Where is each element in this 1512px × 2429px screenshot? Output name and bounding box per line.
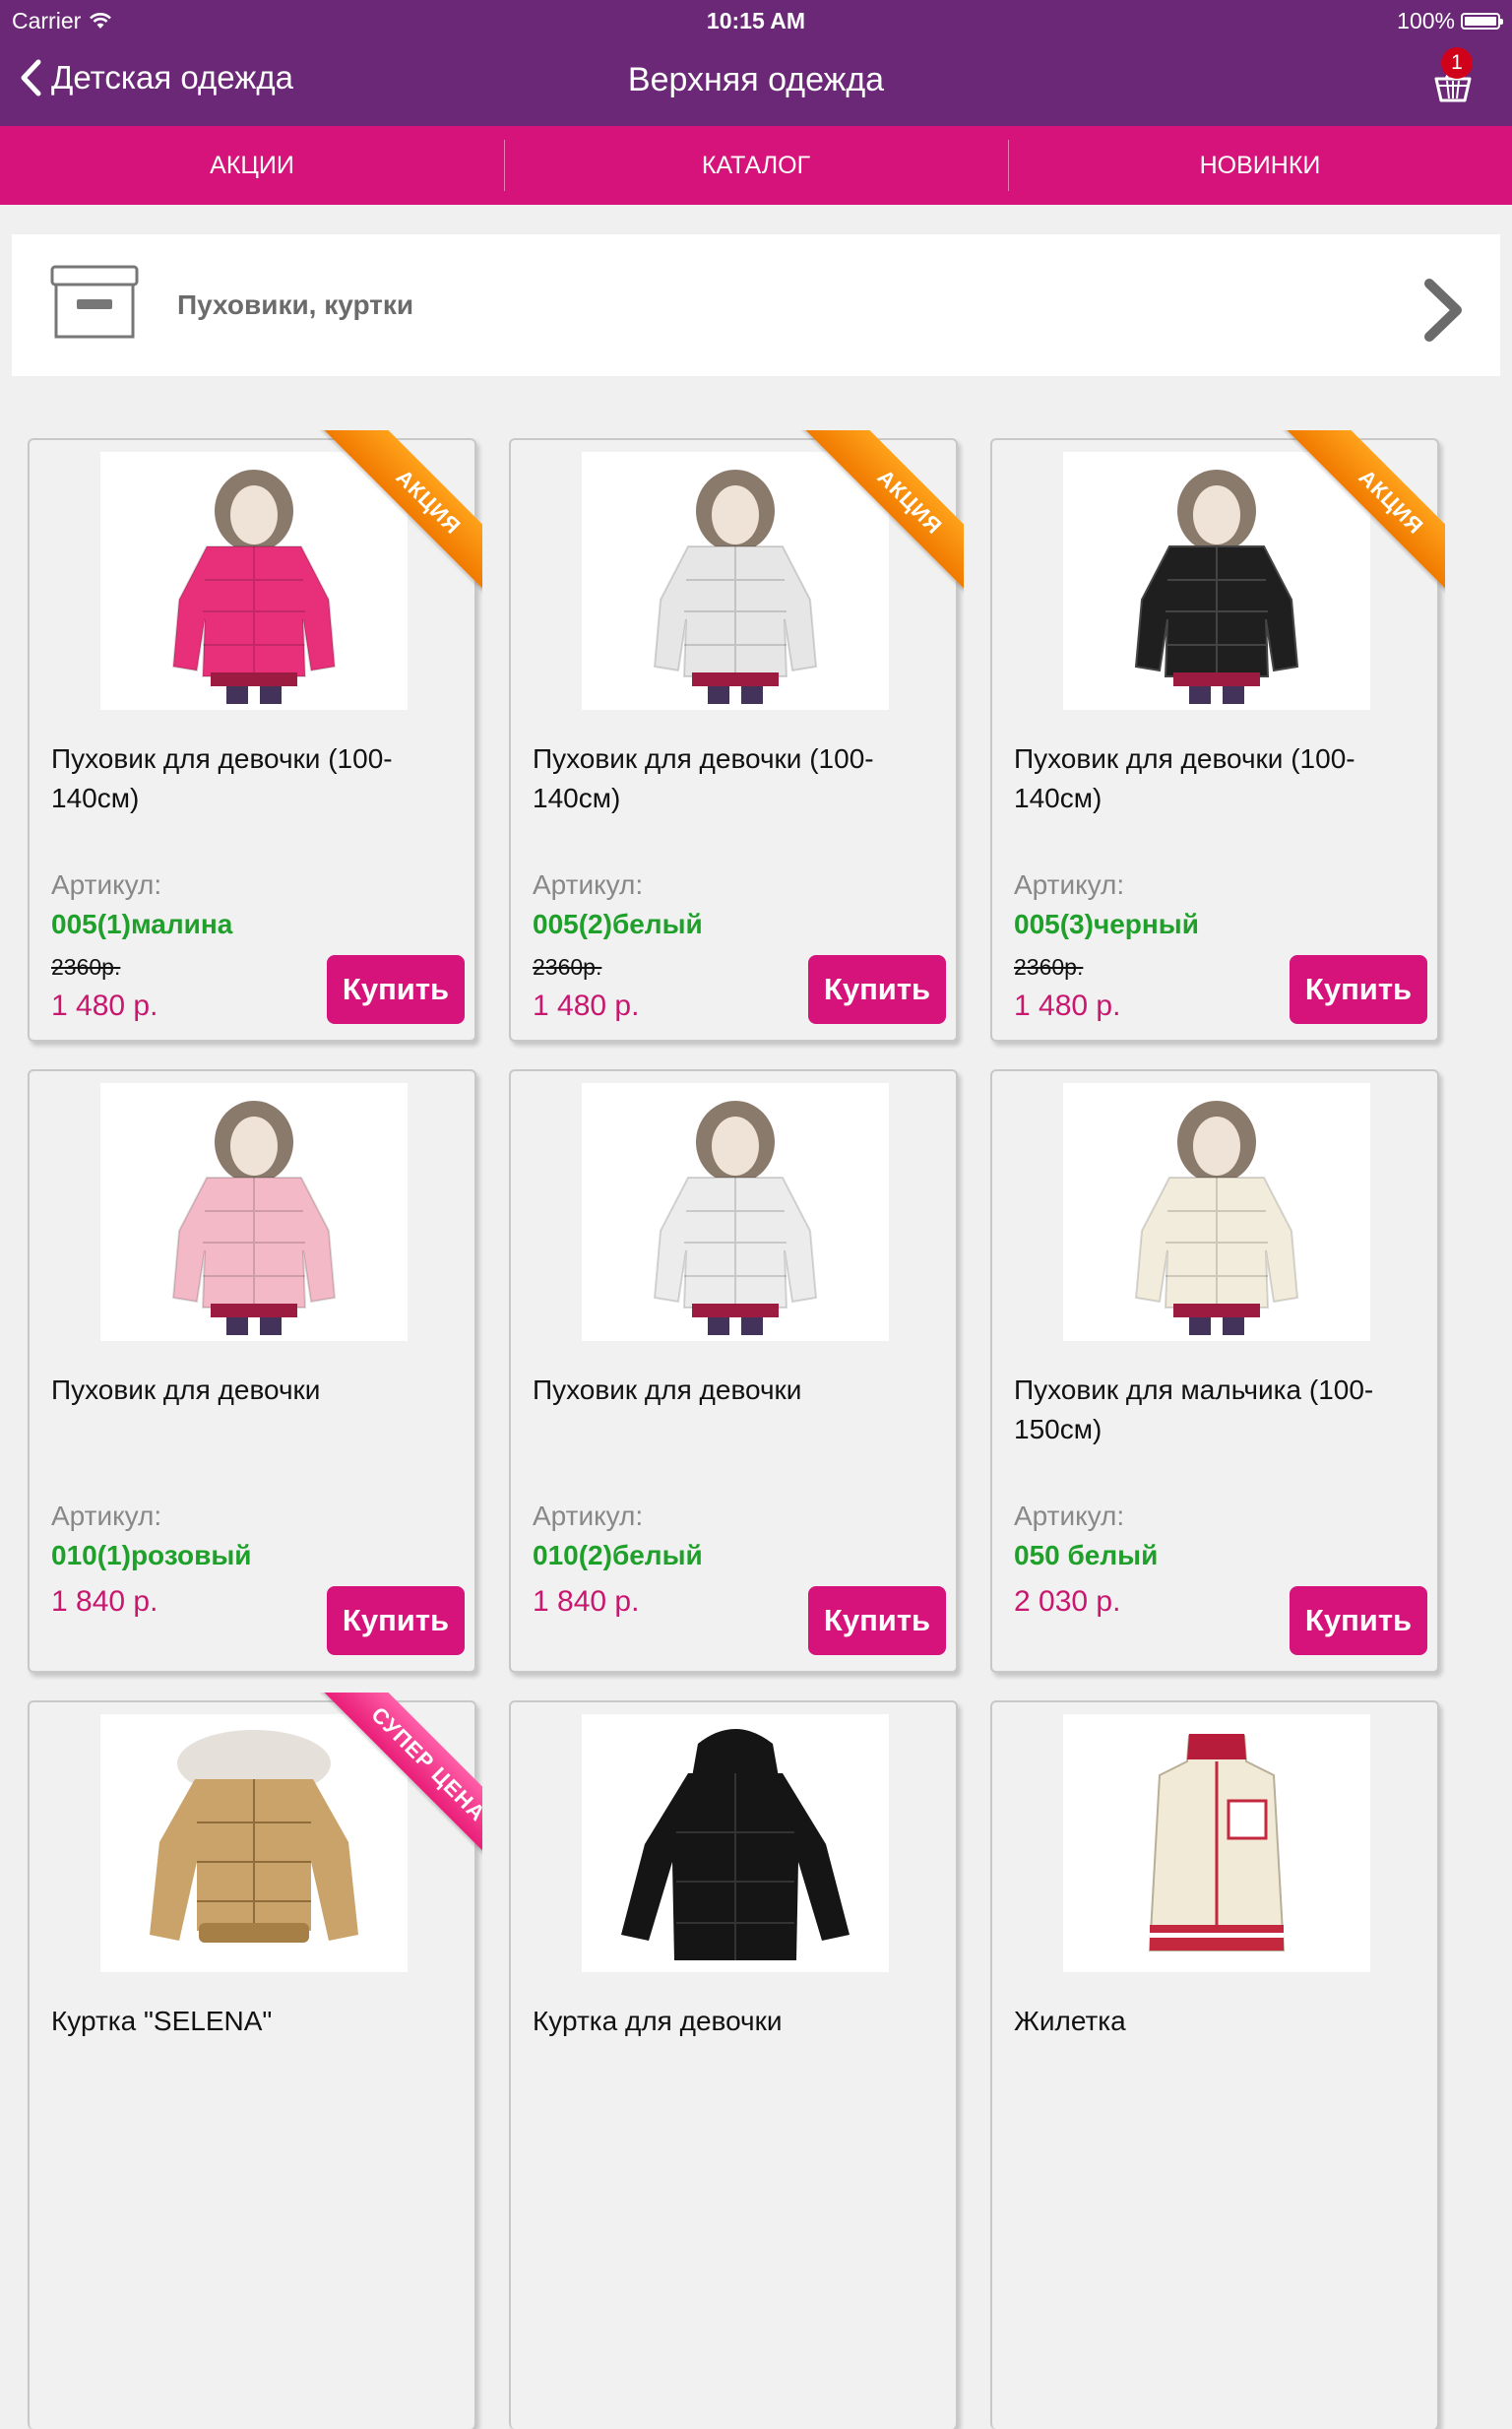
status-time: 10:15 AM <box>706 8 806 33</box>
cart-badge: 1 <box>1441 47 1473 79</box>
product-name: Жилетка <box>1014 2006 1126 2036</box>
product-image[interactable] <box>100 1083 408 1341</box>
product-card[interactable]: Пуховик для девочки Артикул: 010(2)белый 1 … <box>509 1069 958 1673</box>
product-price: 1 840 р. <box>533 1585 640 1618</box>
product-image[interactable] <box>1063 1083 1370 1341</box>
product-price: 1 480 р. <box>51 990 158 1022</box>
tab-catalog[interactable]: КАТАЛОГ <box>504 126 1008 205</box>
wifi-icon <box>90 13 112 29</box>
tab-bar: АКЦИИ КАТАЛОГ НОВИНКИ <box>0 126 1512 205</box>
sku-label: Артикул: <box>1014 1501 1125 1531</box>
old-price: 2360р. <box>51 954 121 980</box>
buy-button[interactable]: Купить <box>1290 1586 1427 1655</box>
buy-button[interactable]: Купить <box>808 955 946 1024</box>
product-name: Пуховик для девочки (100-140см) <box>51 743 393 813</box>
vest-image <box>1148 1734 1286 1951</box>
product-card[interactable]: АКЦИЯ Пуховик для девочки (100-140см) Арти… <box>990 430 1445 1042</box>
back-button[interactable]: Детская одежда <box>20 59 293 96</box>
product-image[interactable] <box>582 1083 889 1341</box>
product-price: 1 480 р. <box>1014 990 1121 1022</box>
product-name: Пуховик для мальчика (100-150см) <box>1014 1374 1374 1444</box>
promo-ribbon-label: АКЦИЯ <box>314 430 482 616</box>
product-name: Пуховик для девочки <box>533 1374 802 1405</box>
product-sku: 005(2)белый <box>533 909 703 939</box>
product-card[interactable]: АКЦИЯ Пуховик для девочки (100-140см) Арти… <box>509 430 964 1042</box>
product-card[interactable]: АКЦИЯ Пуховик для девочки (100-140см) Арти… <box>28 430 482 1042</box>
promo-ribbon-label: АКЦИЯ <box>1277 430 1445 616</box>
navigation-bar: Carrier 10:15 AM 100% Детская одежда Вер… <box>0 0 1512 126</box>
sku-label: Артикул: <box>1014 869 1125 900</box>
product-sku: 050 белый <box>1014 1540 1159 1570</box>
buy-button[interactable]: Купить <box>327 1586 465 1655</box>
sku-label: Артикул: <box>51 869 162 900</box>
product-card[interactable]: Куртка для девочки <box>509 1700 958 2429</box>
product-card[interactable]: Пуховик для девочки Артикул: 010(1)розовый… <box>28 1069 476 1673</box>
battery-label: 100% <box>1397 8 1455 33</box>
chevron-right-icon <box>1424 279 1462 342</box>
category-row[interactable]: Пуховики, куртки <box>12 234 1500 376</box>
product-name: Пуховик для девочки (100-140см) <box>533 743 874 813</box>
buy-button[interactable]: Купить <box>808 1586 946 1655</box>
product-sku: 010(1)розовый <box>51 1540 252 1570</box>
product-card[interactable]: Жилетка <box>990 1700 1439 2429</box>
battery-icon <box>1461 12 1503 30</box>
product-card[interactable]: СУПЕР ЦЕНА Куртка "SELENA" <box>28 1693 482 2429</box>
promo-ribbon-label: АКЦИЯ <box>795 430 964 616</box>
tab-promotions[interactable]: АКЦИИ <box>0 126 504 205</box>
product-name: Пуховик для девочки <box>51 1374 321 1405</box>
tab-new-arrivals[interactable]: НОВИНКИ <box>1008 126 1512 205</box>
old-price: 2360р. <box>1014 954 1084 980</box>
product-sku: 010(2)белый <box>533 1540 703 1570</box>
product-card[interactable]: Пуховик для мальчика (100-150см) Артикул:… <box>990 1069 1439 1673</box>
back-label: Детская одежда <box>51 59 293 96</box>
product-name: Куртка "SELENA" <box>51 2006 273 2036</box>
carrier-label: Carrier <box>12 8 82 33</box>
chevron-left-icon <box>21 59 41 96</box>
puffer-jacket-image <box>171 1101 337 1335</box>
sku-label: Артикул: <box>533 869 644 900</box>
product-price: 1 480 р. <box>533 990 640 1022</box>
product-image[interactable] <box>582 1714 889 1972</box>
promo-ribbon: СУПЕР ЦЕНА <box>276 1693 482 1899</box>
buy-button[interactable]: Купить <box>1290 955 1427 1024</box>
status-carrier: Carrier <box>12 6 112 35</box>
product-sku: 005(3)черный <box>1014 909 1199 939</box>
promo-ribbon: АКЦИЯ <box>1238 430 1445 637</box>
promo-ribbon: АКЦИЯ <box>757 430 964 637</box>
product-image[interactable] <box>1063 1714 1370 1972</box>
promo-ribbon: АКЦИЯ <box>276 430 482 637</box>
sku-label: Артикул: <box>51 1501 162 1531</box>
status-battery: 100% <box>1397 6 1503 35</box>
product-price: 1 840 р. <box>51 1585 158 1618</box>
box-icon <box>50 265 139 339</box>
puffer-jacket-image <box>653 1101 818 1335</box>
product-name: Куртка для девочки <box>533 2006 783 2036</box>
category-label: Пуховики, куртки <box>177 289 414 320</box>
buy-button[interactable]: Купить <box>327 955 465 1024</box>
product-name: Пуховик для девочки (100-140см) <box>1014 743 1355 813</box>
product-price: 2 030 р. <box>1014 1585 1121 1618</box>
sku-label: Артикул: <box>533 1501 644 1531</box>
product-sku: 005(1)малина <box>51 909 233 939</box>
puffer-jacket-image <box>1134 1101 1299 1335</box>
jacket-image <box>621 1729 850 1960</box>
promo-ribbon-label: СУПЕР ЦЕНА <box>314 1693 482 1879</box>
old-price: 2360р. <box>533 954 602 980</box>
